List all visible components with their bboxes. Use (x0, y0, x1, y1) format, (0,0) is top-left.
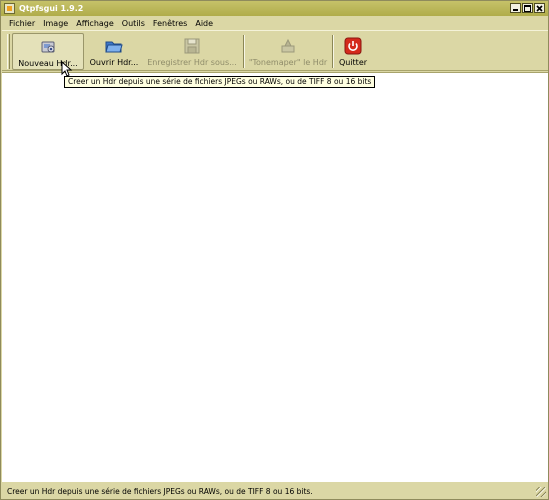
status-text: Creer un Hdr depuis une série de fichier… (7, 486, 313, 496)
main-toolbar: Nouveau Hdr... Ouvrir Hdr... Enregistrer… (2, 30, 548, 71)
resize-grip[interactable] (536, 487, 546, 497)
power-icon (343, 36, 363, 56)
open-hdr-label: Ouvrir Hdr... (89, 58, 139, 67)
save-hdr-as-label: Enregistrer Hdr sous... (147, 58, 237, 67)
menu-bar: Fichier Image Affichage Outils Fenêtres … (2, 16, 548, 30)
new-hdr-icon (38, 37, 58, 57)
new-hdr-button[interactable]: Nouveau Hdr... (12, 33, 84, 70)
close-button[interactable] (534, 3, 545, 13)
maximize-button[interactable] (522, 3, 533, 13)
tonemap-hdr-button[interactable]: "Tonemaper" le Hdr (248, 33, 328, 70)
title-bar[interactable]: Qtpfsgui 1.9.2 (1, 1, 548, 16)
folder-open-icon (104, 36, 124, 56)
main-window: Qtpfsgui 1.9.2 Fichier Image Affichage O… (0, 0, 549, 500)
tonemap-icon (278, 36, 298, 56)
tonemap-hdr-label: "Tonemaper" le Hdr (248, 58, 328, 67)
app-icon[interactable] (4, 3, 15, 14)
mouse-cursor-icon (61, 61, 73, 77)
quit-label: Quitter (338, 58, 368, 67)
window-title: Qtpfsgui 1.9.2 (19, 4, 84, 13)
window-controls (510, 3, 545, 13)
menu-affichage[interactable]: Affichage (72, 19, 118, 28)
toolbar-grip[interactable] (7, 34, 10, 69)
open-hdr-button[interactable]: Ouvrir Hdr... (86, 33, 142, 70)
menu-outils[interactable]: Outils (118, 19, 149, 28)
menu-aide[interactable]: Aide (191, 19, 217, 28)
toolbar-separator (243, 35, 245, 68)
close-icon (536, 4, 543, 12)
floppy-disk-icon (182, 36, 202, 56)
menu-image[interactable]: Image (39, 19, 72, 28)
menu-fichier[interactable]: Fichier (5, 19, 39, 28)
mdi-workspace[interactable] (2, 72, 548, 482)
status-bar: Creer un Hdr depuis une série de fichier… (2, 483, 548, 499)
minimize-button[interactable] (510, 3, 521, 13)
quit-button[interactable]: Quitter (336, 33, 370, 70)
menu-fenetres[interactable]: Fenêtres (149, 19, 191, 28)
toolbar-separator (332, 35, 334, 68)
save-hdr-as-button[interactable]: Enregistrer Hdr sous... (146, 33, 238, 70)
tooltip: Creer un Hdr depuis une série de fichier… (64, 76, 376, 88)
